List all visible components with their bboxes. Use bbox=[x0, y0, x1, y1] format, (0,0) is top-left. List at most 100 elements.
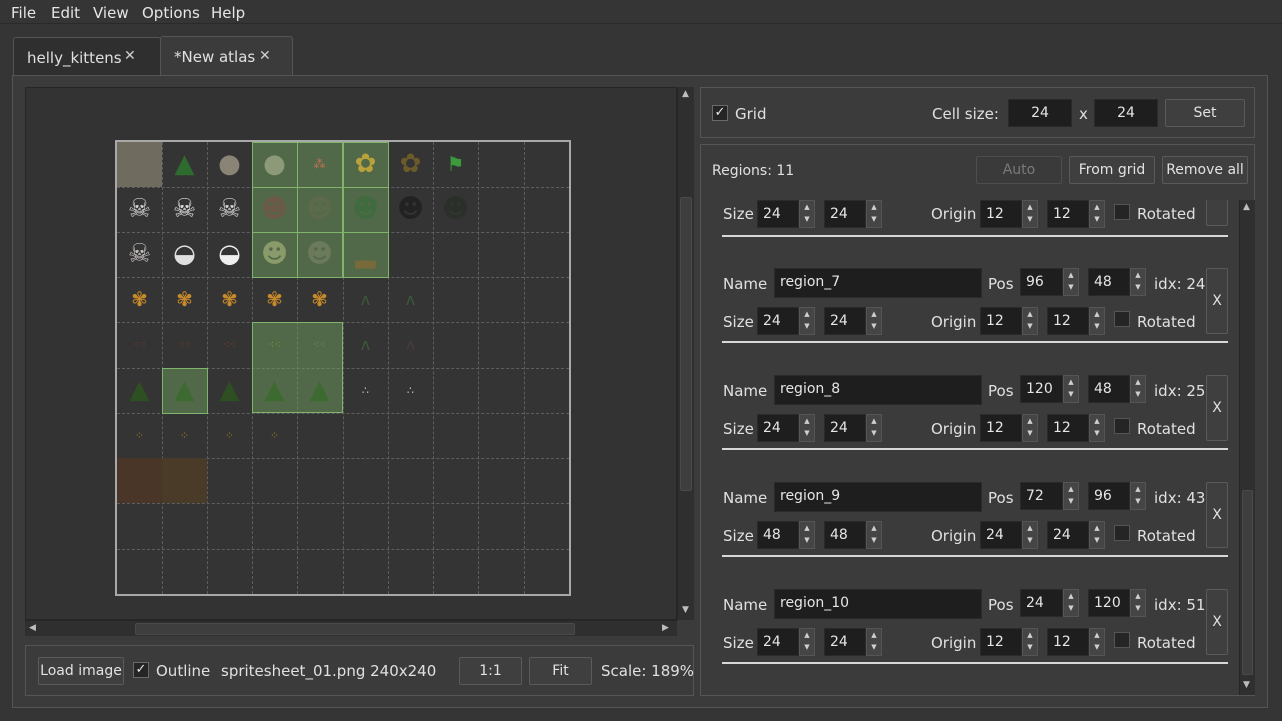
origin-y-field[interactable]: 24 bbox=[1047, 521, 1089, 549]
pin-icon[interactable]: ✕ bbox=[259, 48, 271, 64]
size-height-field[interactable]: 24 bbox=[824, 414, 866, 442]
scrollbar-handle[interactable] bbox=[1242, 490, 1253, 675]
origin-y-spinner[interactable]: ▲ ▼ bbox=[1089, 307, 1105, 335]
origin-x-field[interactable]: 12 bbox=[980, 307, 1022, 335]
origin-y-field[interactable]: 12 bbox=[1047, 414, 1089, 442]
horizontal-scrollbar[interactable]: ◀ ▶ bbox=[25, 620, 677, 636]
origin-y-spinner[interactable]: ▲ ▼ bbox=[1089, 200, 1105, 228]
rotated-checkbox[interactable] bbox=[1114, 632, 1130, 648]
pin-icon[interactable]: ✕ bbox=[124, 48, 136, 64]
zoom-1-1-button[interactable]: 1:1 bbox=[459, 657, 522, 685]
origin-x-field[interactable]: 24 bbox=[980, 521, 1022, 549]
tab-helly-kittens[interactable]: helly_kittens ✕ bbox=[13, 37, 161, 75]
scrollbar-handle[interactable] bbox=[680, 197, 692, 491]
region-name-field[interactable]: region_9 bbox=[774, 482, 982, 512]
size-width-spinner[interactable]: ▲ ▼ bbox=[799, 628, 815, 656]
menu-view[interactable]: View bbox=[93, 4, 129, 22]
pos-y-field[interactable]: 96 bbox=[1088, 482, 1130, 510]
tab-new-atlas[interactable]: *New atlas ✕ bbox=[160, 36, 293, 76]
menu-help[interactable]: Help bbox=[211, 4, 245, 22]
scroll-left-icon[interactable]: ◀ bbox=[29, 623, 36, 633]
pos-y-field[interactable]: 120 bbox=[1088, 589, 1130, 617]
pos-y-spinner[interactable]: ▲ ▼ bbox=[1130, 268, 1146, 296]
size-height-field[interactable]: 24 bbox=[824, 628, 866, 656]
load-image-button[interactable]: Load image bbox=[38, 657, 124, 685]
pos-x-field[interactable]: 96 bbox=[1020, 268, 1063, 296]
rotated-checkbox[interactable] bbox=[1114, 418, 1130, 434]
origin-x-spinner[interactable]: ▲ ▼ bbox=[1022, 628, 1038, 656]
pos-x-spinner[interactable]: ▲ ▼ bbox=[1063, 375, 1079, 403]
origin-x-field[interactable]: 12 bbox=[980, 628, 1022, 656]
outline-checkbox[interactable]: ✓ bbox=[133, 662, 149, 678]
origin-x-spinner[interactable]: ▲ ▼ bbox=[1022, 200, 1038, 228]
grid-checkbox[interactable]: ✓ bbox=[712, 105, 728, 121]
rotated-checkbox[interactable] bbox=[1114, 525, 1130, 541]
pos-x-spinner[interactable]: ▲ ▼ bbox=[1063, 268, 1079, 296]
origin-x-field[interactable]: 12 bbox=[980, 200, 1022, 228]
size-width-spinner[interactable]: ▲ ▼ bbox=[799, 414, 815, 442]
pos-x-field[interactable]: 24 bbox=[1020, 589, 1063, 617]
cell-width-field[interactable]: 24 bbox=[1008, 99, 1072, 127]
size-height-spinner[interactable]: ▲ ▼ bbox=[866, 200, 882, 228]
pos-y-spinner[interactable]: ▲ ▼ bbox=[1130, 482, 1146, 510]
size-width-spinner[interactable]: ▲ ▼ bbox=[799, 521, 815, 549]
atlas-canvas[interactable]: ▲ ● ● ⁂ ✿ ✿ ⚑ ☠ ☠ ☠ ☻ ☻ ☻ ☻ ☻ ☠ ◒ ◒ ☻ ☻ … bbox=[25, 87, 677, 620]
pos-x-field[interactable]: 72 bbox=[1020, 482, 1063, 510]
scrollbar-handle[interactable] bbox=[135, 623, 575, 635]
size-height-spinner[interactable]: ▲ ▼ bbox=[866, 414, 882, 442]
size-height-spinner[interactable]: ▲ ▼ bbox=[866, 521, 882, 549]
pos-x-field[interactable]: 120 bbox=[1020, 375, 1063, 403]
origin-y-spinner[interactable]: ▲ ▼ bbox=[1089, 521, 1105, 549]
origin-y-field[interactable]: 12 bbox=[1047, 200, 1089, 228]
pos-y-field[interactable]: 48 bbox=[1088, 375, 1130, 403]
cell-height-field[interactable]: 24 bbox=[1094, 99, 1158, 127]
region-name-field[interactable]: region_8 bbox=[774, 375, 982, 405]
size-height-spinner[interactable]: ▲ ▼ bbox=[866, 307, 882, 335]
delete-region-button[interactable] bbox=[1206, 200, 1228, 226]
pos-x-spinner[interactable]: ▲ ▼ bbox=[1063, 589, 1079, 617]
size-width-field[interactable]: 24 bbox=[757, 307, 799, 335]
fit-button[interactable]: Fit bbox=[529, 657, 592, 685]
regions-scrollbar[interactable]: ▲ ▼ bbox=[1239, 200, 1255, 695]
region-name-field[interactable]: region_10 bbox=[774, 589, 982, 619]
size-height-field[interactable]: 48 bbox=[824, 521, 866, 549]
origin-y-field[interactable]: 12 bbox=[1047, 628, 1089, 656]
scroll-down-icon[interactable]: ▼ bbox=[1243, 680, 1250, 690]
pos-y-field[interactable]: 48 bbox=[1088, 268, 1130, 296]
delete-region-button[interactable]: X bbox=[1206, 268, 1228, 334]
scroll-down-icon[interactable]: ▼ bbox=[682, 605, 689, 615]
rotated-checkbox[interactable] bbox=[1114, 204, 1130, 220]
origin-y-spinner[interactable]: ▲ ▼ bbox=[1089, 628, 1105, 656]
delete-region-button[interactable]: X bbox=[1206, 589, 1228, 655]
vertical-scrollbar[interactable]: ▲ ▼ bbox=[677, 87, 694, 620]
size-height-field[interactable]: 24 bbox=[824, 200, 866, 228]
size-height-spinner[interactable]: ▲ ▼ bbox=[866, 628, 882, 656]
remove-all-button[interactable]: Remove all bbox=[1162, 156, 1248, 184]
rotated-checkbox[interactable] bbox=[1114, 311, 1130, 327]
origin-y-field[interactable]: 12 bbox=[1047, 307, 1089, 335]
set-button[interactable]: Set bbox=[1165, 99, 1245, 127]
size-height-field[interactable]: 24 bbox=[824, 307, 866, 335]
sprite-sheet-grid[interactable]: ▲ ● ● ⁂ ✿ ✿ ⚑ ☠ ☠ ☠ ☻ ☻ ☻ ☻ ☻ ☠ ◒ ◒ ☻ ☻ … bbox=[115, 140, 571, 596]
origin-y-spinner[interactable]: ▲ ▼ bbox=[1089, 414, 1105, 442]
auto-button[interactable]: Auto bbox=[976, 156, 1062, 184]
from-grid-button[interactable]: From grid bbox=[1069, 156, 1155, 184]
size-width-field[interactable]: 24 bbox=[757, 628, 799, 656]
size-width-field[interactable]: 24 bbox=[757, 414, 799, 442]
pos-y-spinner[interactable]: ▲ ▼ bbox=[1130, 375, 1146, 403]
pos-x-spinner[interactable]: ▲ ▼ bbox=[1063, 482, 1079, 510]
pos-y-spinner[interactable]: ▲ ▼ bbox=[1130, 589, 1146, 617]
menu-edit[interactable]: Edit bbox=[51, 4, 80, 22]
origin-x-spinner[interactable]: ▲ ▼ bbox=[1022, 521, 1038, 549]
size-width-field[interactable]: 24 bbox=[757, 200, 799, 228]
size-width-spinner[interactable]: ▲ ▼ bbox=[799, 307, 815, 335]
scroll-up-icon[interactable]: ▲ bbox=[682, 89, 689, 99]
delete-region-button[interactable]: X bbox=[1206, 482, 1228, 548]
menu-file[interactable]: File bbox=[11, 4, 36, 22]
origin-x-spinner[interactable]: ▲ ▼ bbox=[1022, 414, 1038, 442]
origin-x-field[interactable]: 12 bbox=[980, 414, 1022, 442]
scroll-right-icon[interactable]: ▶ bbox=[662, 623, 669, 633]
origin-x-spinner[interactable]: ▲ ▼ bbox=[1022, 307, 1038, 335]
scroll-up-icon[interactable]: ▲ bbox=[1243, 202, 1250, 212]
delete-region-button[interactable]: X bbox=[1206, 375, 1228, 441]
